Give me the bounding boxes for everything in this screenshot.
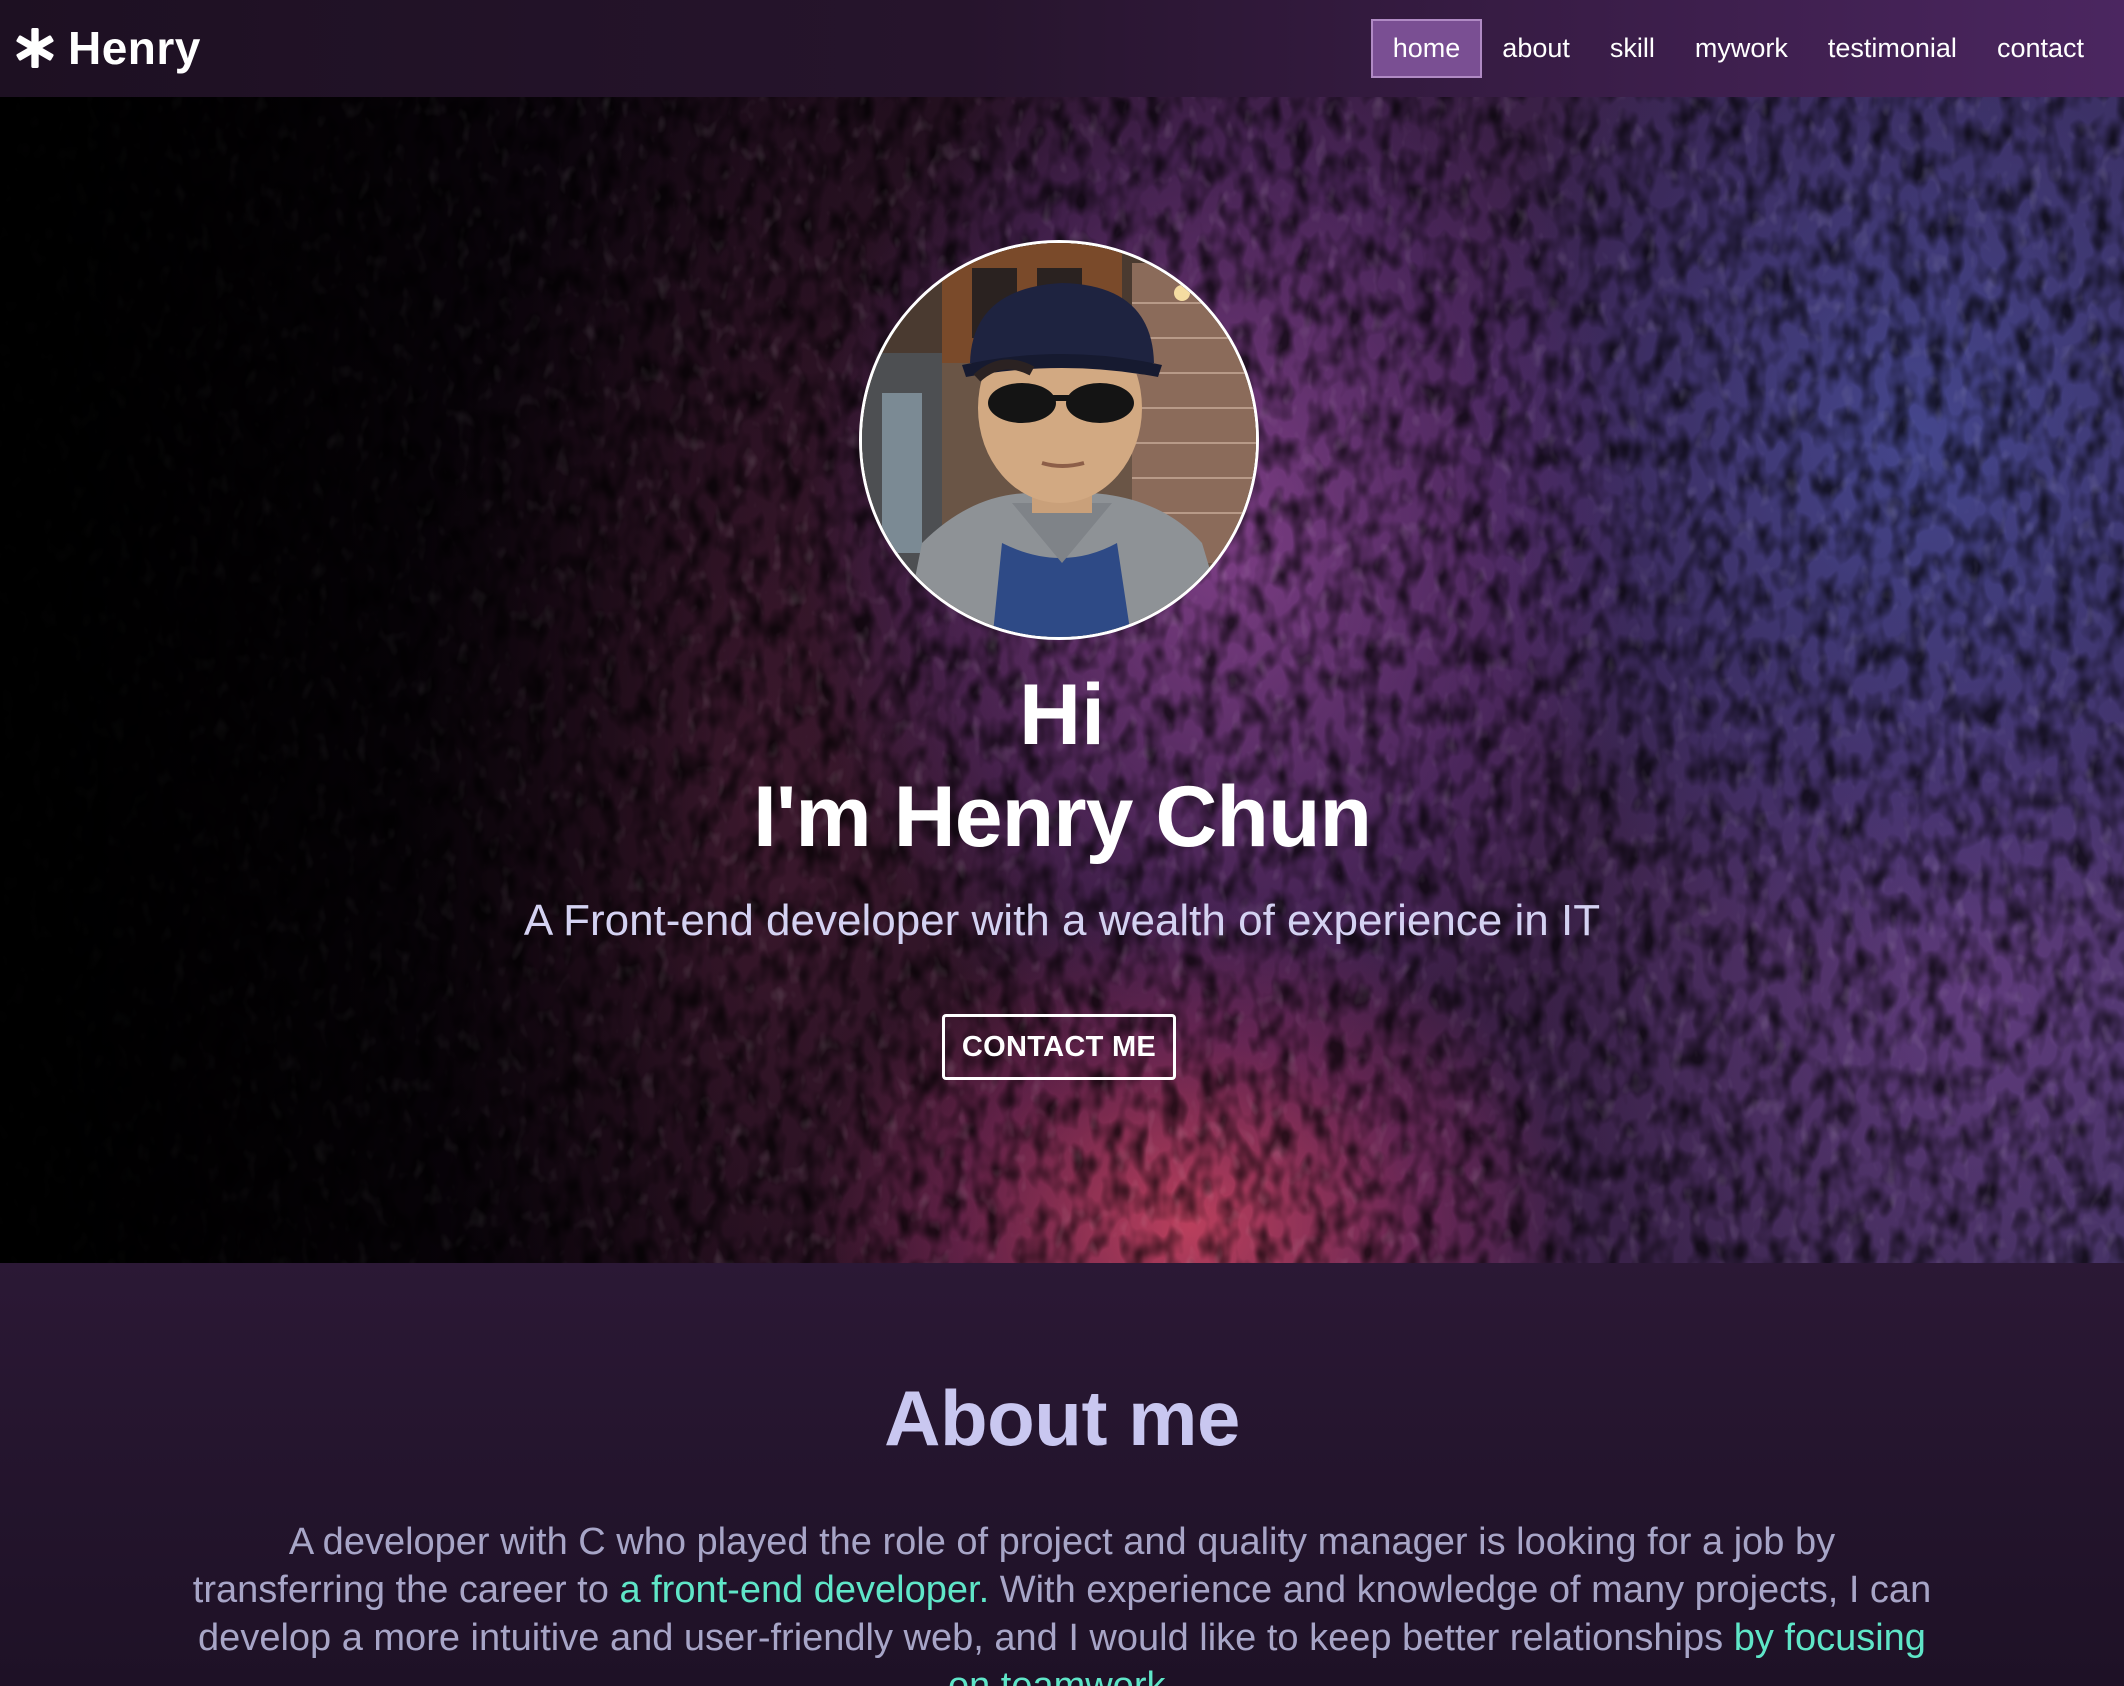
about-paragraph: A developer with C who played the role o… — [190, 1518, 1934, 1686]
hero-section: Hi I'm Henry Chun A Front-end developer … — [0, 97, 2124, 1263]
about-text-part: . — [1165, 1665, 1177, 1686]
profile-photo — [862, 243, 1256, 637]
hero-name: I'm Henry Chun — [752, 769, 1372, 865]
nav-link-about[interactable]: about — [1482, 19, 1590, 78]
about-title: About me — [884, 1374, 1240, 1462]
profile-avatar — [859, 240, 1259, 640]
nav-link-contact[interactable]: contact — [1977, 19, 2104, 78]
nav-link-home[interactable]: home — [1370, 19, 1483, 78]
navbar: Henry home about skill mywork testimonia… — [0, 0, 2124, 97]
nav-link-mywork[interactable]: mywork — [1675, 19, 1808, 78]
nav-link-skill[interactable]: skill — [1590, 19, 1675, 78]
brand-logo[interactable]: Henry — [14, 20, 201, 76]
hero-greeting: Hi — [1019, 667, 1105, 763]
brand-name: Henry — [68, 22, 201, 74]
nav-link-testimonial[interactable]: testimonial — [1808, 19, 1977, 78]
asterisk-icon — [16, 28, 54, 68]
about-section: About me A developer with C who played t… — [0, 1263, 2124, 1686]
nav-menu: home about skill mywork testimonial cont… — [1370, 19, 2104, 78]
about-highlight-role: a front-end developer. — [619, 1569, 990, 1611]
hero-subtitle: A Front-end developer with a wealth of e… — [523, 896, 1601, 945]
contact-me-button[interactable]: CONTACT ME — [942, 1014, 1176, 1080]
